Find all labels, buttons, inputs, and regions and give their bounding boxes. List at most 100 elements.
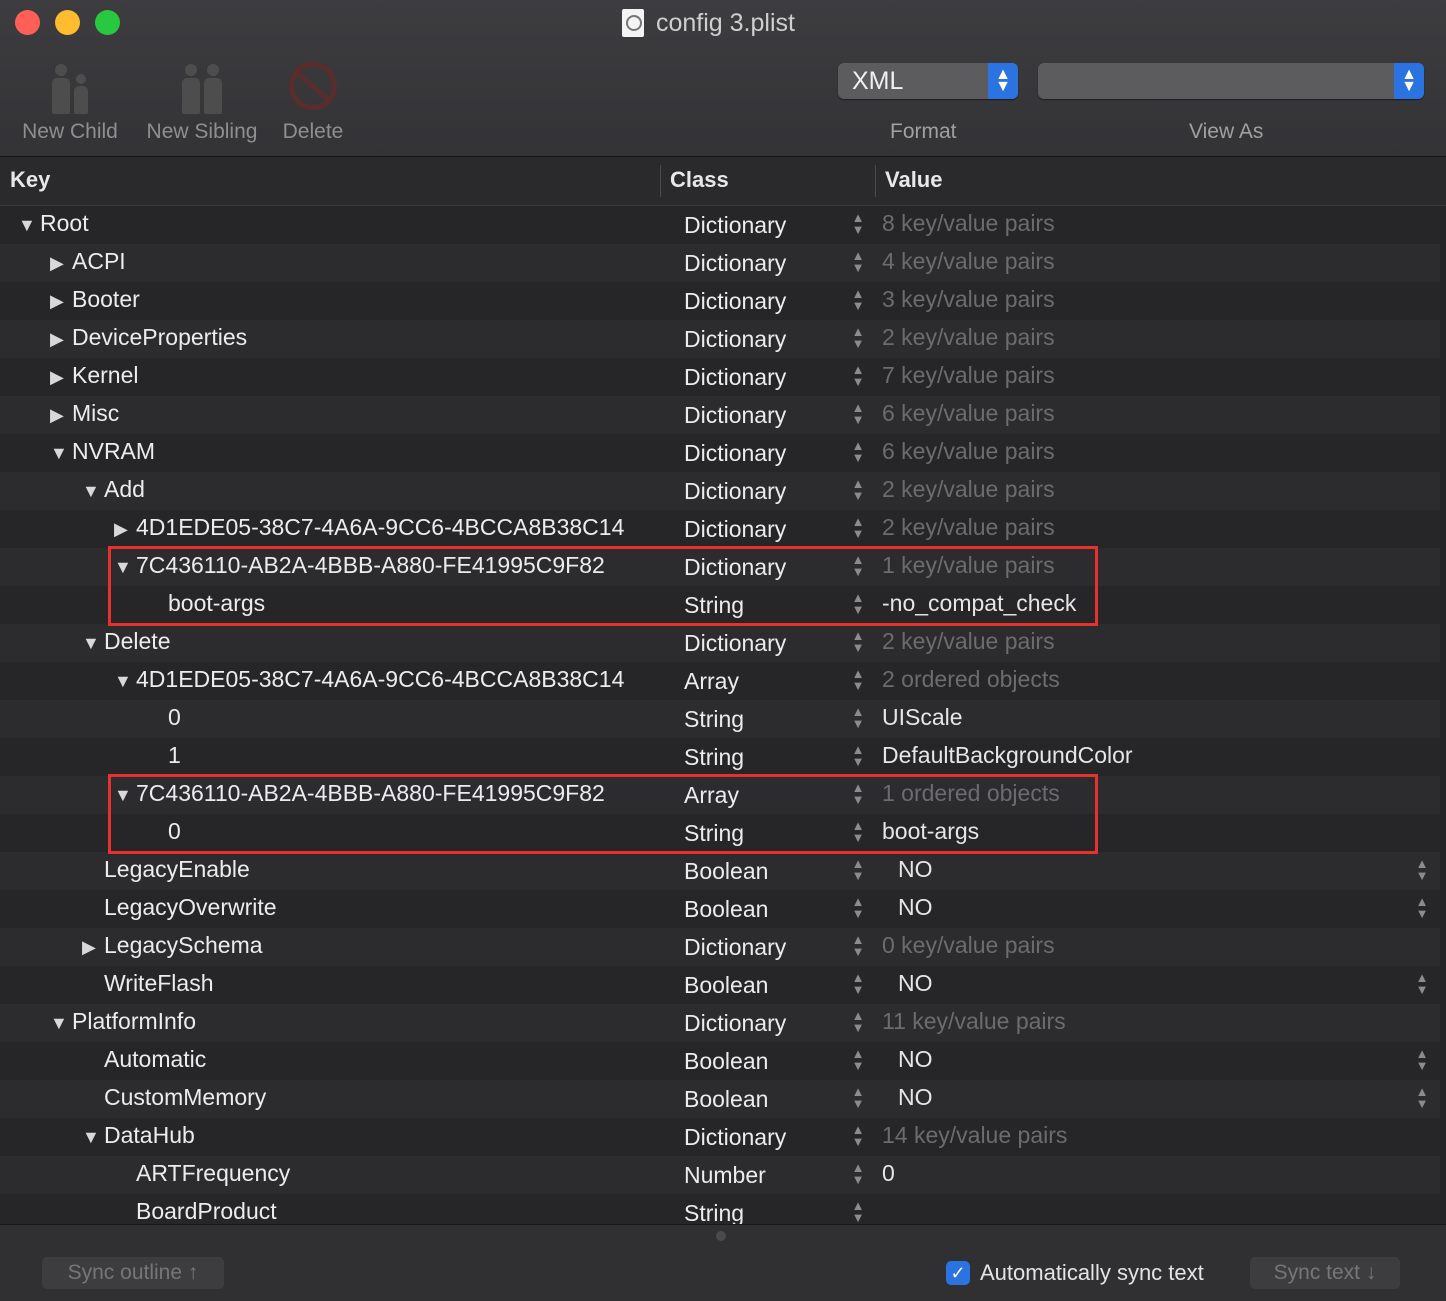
- row-class[interactable]: String: [684, 592, 744, 619]
- row-key[interactable]: PlatformInfo: [72, 1008, 196, 1035]
- row-key[interactable]: Booter: [72, 286, 140, 313]
- row-value[interactable]: NO: [898, 1084, 933, 1111]
- outline-row[interactable]: ▶ Misc Dictionary ▲ ▼ 6 key/value pairs: [0, 396, 1440, 434]
- outline-row[interactable]: ▼ 7C436110-AB2A-4BBB-A880-FE41995C9F82 Dic…: [0, 548, 1440, 586]
- outline-row[interactable]: Automatic Boolean ▲ ▼ NO ▲ ▼: [0, 1042, 1440, 1080]
- row-key[interactable]: Add: [104, 476, 145, 503]
- class-stepper-icon[interactable]: ▲ ▼: [850, 363, 866, 390]
- row-class[interactable]: Number: [684, 1162, 766, 1189]
- outline-row[interactable]: 1 String ▲ ▼ DefaultBackgroundColor: [0, 738, 1440, 776]
- class-stepper-icon[interactable]: ▲ ▼: [850, 325, 866, 352]
- disclosure-open-icon[interactable]: ▼: [82, 1127, 100, 1148]
- row-key[interactable]: Delete: [104, 628, 170, 655]
- row-class[interactable]: Boolean: [684, 858, 768, 885]
- class-stepper-icon[interactable]: ▲ ▼: [850, 477, 866, 504]
- row-key[interactable]: WriteFlash: [104, 970, 214, 997]
- class-stepper-icon[interactable]: ▲ ▼: [850, 591, 866, 618]
- outline-row[interactable]: LegacyEnable Boolean ▲ ▼ NO ▲ ▼: [0, 852, 1440, 890]
- disclosure-open-icon[interactable]: ▼: [50, 443, 68, 464]
- class-stepper-icon[interactable]: ▲ ▼: [850, 211, 866, 238]
- row-key[interactable]: BoardProduct: [136, 1198, 277, 1224]
- class-stepper-icon[interactable]: ▲ ▼: [850, 401, 866, 428]
- close-window-button[interactable]: [15, 10, 40, 35]
- row-key[interactable]: Misc: [72, 400, 119, 427]
- sync-outline-button[interactable]: Sync outline ↑: [42, 1257, 224, 1289]
- row-class[interactable]: Dictionary: [684, 630, 786, 657]
- outline-row[interactable]: ▶ DeviceProperties Dictionary ▲ ▼ 2 key/value…: [0, 320, 1440, 358]
- row-key[interactable]: NVRAM: [72, 438, 155, 465]
- disclosure-closed-icon[interactable]: ▶: [50, 291, 64, 312]
- row-class[interactable]: String: [684, 1200, 744, 1224]
- outline-row[interactable]: 0 String ▲ ▼ boot-args: [0, 814, 1440, 852]
- row-class[interactable]: String: [684, 706, 744, 733]
- class-stepper-icon[interactable]: ▲ ▼: [850, 895, 866, 922]
- row-key[interactable]: Root: [40, 210, 89, 237]
- class-stepper-icon[interactable]: ▲ ▼: [850, 439, 866, 466]
- disclosure-open-icon[interactable]: ▼: [82, 481, 100, 502]
- row-value[interactable]: boot-args: [882, 818, 979, 845]
- row-key[interactable]: 4D1EDE05-38C7-4A6A-9CC6-4BCCA8B38C14: [136, 514, 624, 541]
- row-key[interactable]: ARTFrequency: [136, 1160, 290, 1187]
- class-stepper-icon[interactable]: ▲ ▼: [850, 249, 866, 276]
- row-value[interactable]: NO: [898, 1046, 933, 1073]
- value-stepper-icon[interactable]: ▲ ▼: [1414, 1085, 1430, 1112]
- row-value[interactable]: NO: [898, 894, 933, 921]
- value-column-header[interactable]: Value: [885, 167, 942, 193]
- class-stepper-icon[interactable]: ▲ ▼: [850, 1009, 866, 1036]
- class-stepper-icon[interactable]: ▲ ▼: [850, 553, 866, 580]
- disclosure-closed-icon[interactable]: ▶: [50, 367, 64, 388]
- row-key[interactable]: 1: [168, 742, 181, 769]
- class-stepper-icon[interactable]: ▲ ▼: [850, 1199, 866, 1224]
- view-as-popup[interactable]: ▲ ▼: [1038, 63, 1424, 99]
- row-class[interactable]: Dictionary: [684, 1124, 786, 1151]
- row-value[interactable]: -no_compat_check: [882, 590, 1076, 617]
- row-key[interactable]: 4D1EDE05-38C7-4A6A-9CC6-4BCCA8B38C14: [136, 666, 624, 693]
- new-sibling-button[interactable]: New Sibling: [140, 52, 264, 144]
- row-value[interactable]: UIScale: [882, 704, 963, 731]
- outline-row[interactable]: 0 String ▲ ▼ UIScale: [0, 700, 1440, 738]
- class-stepper-icon[interactable]: ▲ ▼: [850, 743, 866, 770]
- value-stepper-icon[interactable]: ▲ ▼: [1414, 971, 1430, 998]
- row-key[interactable]: boot-args: [168, 590, 265, 617]
- disclosure-closed-icon[interactable]: ▶: [50, 405, 64, 426]
- row-value[interactable]: DefaultBackgroundColor: [882, 742, 1133, 769]
- row-class[interactable]: Dictionary: [684, 478, 786, 505]
- disclosure-open-icon[interactable]: ▼: [18, 215, 36, 236]
- disclosure-open-icon[interactable]: ▼: [114, 671, 132, 692]
- row-class[interactable]: Dictionary: [684, 402, 786, 429]
- outline-row[interactable]: ▶ Kernel Dictionary ▲ ▼ 7 key/value pairs: [0, 358, 1440, 396]
- outline-row[interactable]: BoardProduct String ▲ ▼: [0, 1194, 1440, 1224]
- outline-row[interactable]: ▼ 7C436110-AB2A-4BBB-A880-FE41995C9F82 Arr…: [0, 776, 1440, 814]
- class-stepper-icon[interactable]: ▲ ▼: [850, 1085, 866, 1112]
- row-key[interactable]: CustomMemory: [104, 1084, 266, 1111]
- row-key[interactable]: 7C436110-AB2A-4BBB-A880-FE41995C9F82: [136, 552, 605, 579]
- row-key[interactable]: DataHub: [104, 1122, 195, 1149]
- outline-row[interactable]: ▼ NVRAM Dictionary ▲ ▼ 6 key/value pairs: [0, 434, 1440, 472]
- row-key[interactable]: 0: [168, 704, 181, 731]
- row-class[interactable]: String: [684, 820, 744, 847]
- class-stepper-icon[interactable]: ▲ ▼: [850, 629, 866, 656]
- row-class[interactable]: Array: [684, 668, 739, 695]
- key-column-header[interactable]: Key: [10, 167, 50, 193]
- outline-row[interactable]: boot-args String ▲ ▼ -no_compat_check: [0, 586, 1440, 624]
- disclosure-open-icon[interactable]: ▼: [82, 633, 100, 654]
- class-stepper-icon[interactable]: ▲ ▼: [850, 1047, 866, 1074]
- disclosure-open-icon[interactable]: ▼: [114, 557, 132, 578]
- row-class[interactable]: Dictionary: [684, 364, 786, 391]
- disclosure-closed-icon[interactable]: ▶: [82, 937, 96, 958]
- delete-button[interactable]: Delete: [278, 52, 348, 144]
- class-stepper-icon[interactable]: ▲ ▼: [850, 705, 866, 732]
- row-key[interactable]: Automatic: [104, 1046, 206, 1073]
- outline-row[interactable]: ▶ ACPI Dictionary ▲ ▼ 4 key/value pairs: [0, 244, 1440, 282]
- auto-sync-checkbox[interactable]: ✓: [946, 1261, 970, 1285]
- row-class[interactable]: String: [684, 744, 744, 771]
- row-key[interactable]: Kernel: [72, 362, 138, 389]
- zoom-window-button[interactable]: [95, 10, 120, 35]
- plist-outline[interactable]: ▼ Root Dictionary ▲ ▼ 8 key/value pairs ▶ ACPI D…: [0, 206, 1446, 1224]
- outline-row[interactable]: ▶ LegacySchema Dictionary ▲ ▼ 0 key/value pai…: [0, 928, 1440, 966]
- value-stepper-icon[interactable]: ▲ ▼: [1414, 1047, 1430, 1074]
- class-stepper-icon[interactable]: ▲ ▼: [850, 287, 866, 314]
- row-key[interactable]: 0: [168, 818, 181, 845]
- row-key[interactable]: LegacyOverwrite: [104, 894, 277, 921]
- row-key[interactable]: DeviceProperties: [72, 324, 247, 351]
